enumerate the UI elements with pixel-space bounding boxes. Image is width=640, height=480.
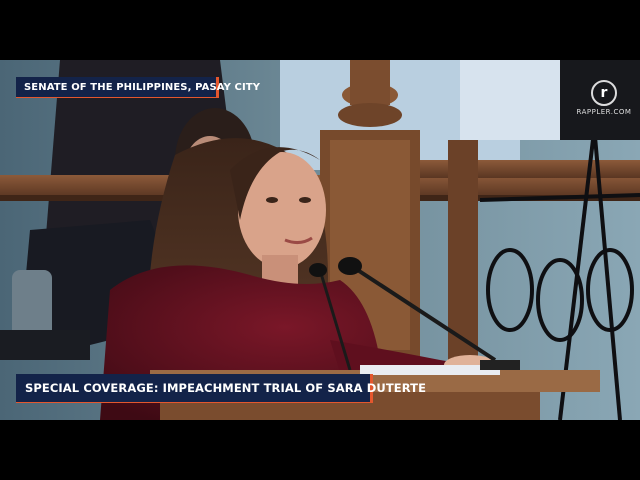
video-frame: SENATE OF THE PHILIPPINES, PASAY CITY r … — [0, 0, 640, 480]
program-caption: SPECIAL COVERAGE: IMPEACHMENT TRIAL OF S… — [16, 374, 426, 403]
rappler-logo-text: RAPPLER.COM — [576, 108, 632, 116]
senate-hearing-scene — [0, 60, 640, 420]
rappler-logo: r RAPPLER.COM — [574, 80, 634, 120]
video-still — [0, 60, 640, 420]
rappler-logo-icon: r — [591, 80, 617, 106]
location-caption: SENATE OF THE PHILIPPINES, PASAY CITY — [16, 77, 260, 98]
